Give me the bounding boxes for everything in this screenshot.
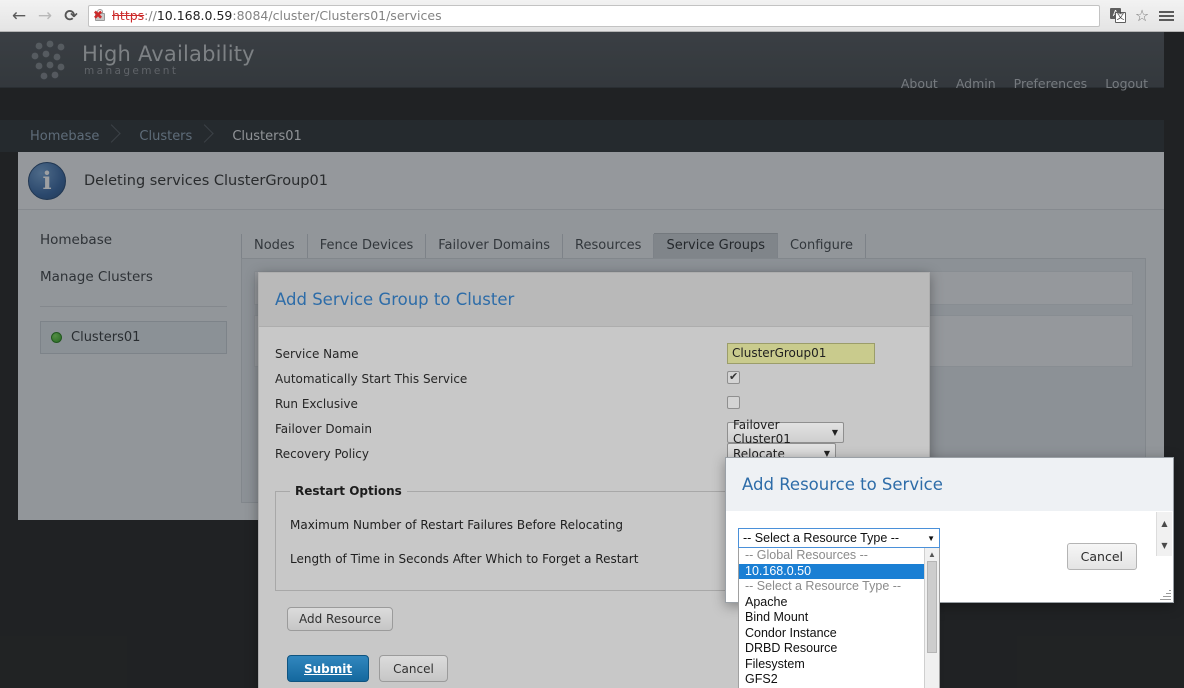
url-separator: :// — [144, 8, 157, 23]
bookmark-star-icon[interactable]: ☆ — [1130, 4, 1154, 28]
option-gfs2[interactable]: GFS2 — [739, 672, 939, 688]
auto-start-checkbox[interactable] — [727, 370, 740, 384]
failover-domain-select[interactable]: Failover Cluster01 ▼ — [727, 418, 844, 446]
service-name-input[interactable]: ClusterGroup01 — [727, 343, 875, 364]
option-10-168-0-50[interactable]: 10.168.0.50 — [739, 563, 939, 579]
dialog-title: Add Resource to Service — [742, 475, 943, 494]
add-resource-button[interactable]: Add Resource — [287, 607, 394, 631]
label-run-exclusive: Run Exclusive — [275, 396, 358, 411]
scroll-up-icon[interactable]: ▲ — [1161, 519, 1167, 528]
option-global-resources[interactable]: -- Global Resources -- — [739, 548, 939, 564]
option-apache[interactable]: Apache — [739, 595, 939, 611]
cancel-button[interactable]: Cancel — [379, 655, 448, 682]
field-auto-start: Automatically Start This Service — [275, 366, 913, 391]
option-drbd-resource[interactable]: DRBD Resource — [739, 641, 939, 657]
option-scroll-up-icon[interactable]: ▲ — [925, 548, 939, 561]
dialog-header: Add Resource to Service — [726, 458, 1173, 511]
dialog-header: Add Service Group to Cluster — [259, 273, 929, 327]
chevron-down-icon: ▼ — [831, 427, 838, 437]
label-service-name: Service Name — [275, 346, 359, 361]
field-run-exclusive: Run Exclusive — [275, 391, 913, 416]
scroll-down-icon[interactable]: ▼ — [1161, 541, 1167, 550]
forward-arrow-icon[interactable]: → — [32, 3, 58, 29]
label-failover-domain: Failover Domain — [275, 421, 372, 436]
option-select-resource-type[interactable]: -- Select a Resource Type -- — [739, 579, 939, 595]
option-list-scrollbar[interactable]: ▲ — [924, 548, 939, 688]
submit-button[interactable]: Submit — [287, 655, 370, 682]
dialog-title: Add Service Group to Cluster — [275, 290, 515, 309]
back-arrow-icon[interactable]: ← — [6, 3, 32, 29]
option-scroll-thumb[interactable] — [927, 561, 937, 653]
translate-glyph-b: 文 — [1115, 12, 1126, 23]
chevron-down-icon: ▼ — [927, 533, 935, 543]
restart-options-legend: Restart Options — [295, 484, 402, 498]
hamburger-menu-icon[interactable] — [1154, 4, 1178, 28]
url-path: :8084/cluster/Clusters01/services — [232, 8, 442, 23]
resize-grip-icon[interactable] — [1159, 589, 1171, 601]
browser-toolbar: ← → ⟳ ✖ https :// 10.168.0.59 :8084/clus… — [0, 0, 1184, 32]
resource-type-select[interactable]: -- Select a Resource Type -- ▼ — [738, 528, 940, 548]
resource-type-selected-value: -- Select a Resource Type -- — [743, 531, 900, 545]
translate-icon[interactable]: A 文 — [1106, 4, 1130, 28]
option-condor-instance[interactable]: Condor Instance — [739, 626, 939, 642]
resource-type-option-list[interactable]: -- Global Resources -- 10.168.0.50 -- Se… — [738, 548, 940, 688]
run-exclusive-checkbox[interactable] — [727, 396, 740, 409]
label-recovery-policy: Recovery Policy — [275, 446, 369, 461]
option-bind-mount[interactable]: Bind Mount — [739, 610, 939, 626]
url-host: 10.168.0.59 — [156, 8, 233, 23]
address-bar[interactable]: ✖ https :// 10.168.0.59 :8084/cluster/Cl… — [88, 4, 1100, 27]
label-auto-start: Automatically Start This Service — [275, 371, 468, 386]
field-service-name: Service Name ClusterGroup01 — [275, 341, 913, 366]
dialog-scrollbar[interactable]: ▲ ▼ — [1156, 512, 1172, 556]
resource-cancel-button[interactable]: Cancel — [1066, 543, 1137, 570]
option-filesystem[interactable]: Filesystem — [739, 657, 939, 673]
reload-icon[interactable]: ⟳ — [58, 3, 84, 29]
url-scheme: https — [112, 8, 145, 23]
field-failover-domain: Failover Domain Failover Cluster01 ▼ — [275, 416, 913, 446]
application-viewport: High Availability management About Admin… — [0, 32, 1184, 688]
invalid-certificate-icon[interactable]: ✖ — [93, 8, 108, 23]
